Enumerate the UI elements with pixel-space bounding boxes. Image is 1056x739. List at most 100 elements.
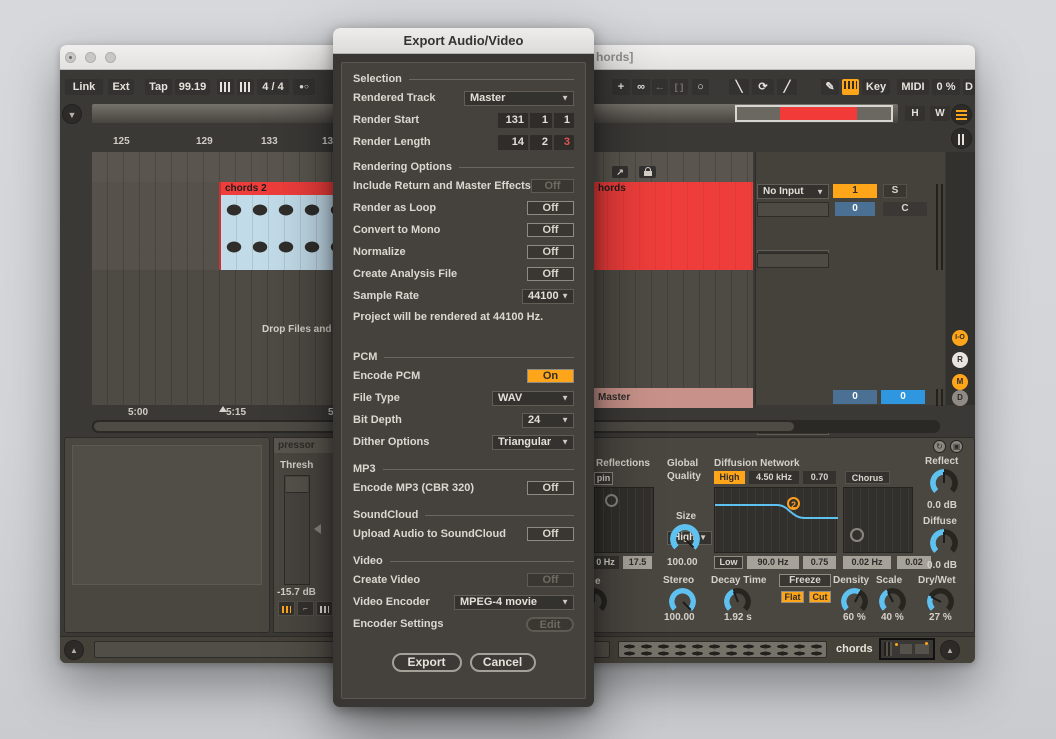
soundcloud-upload-toggle[interactable]: Off <box>527 527 574 541</box>
nudge-bars-icon-2[interactable] <box>237 79 254 95</box>
time-signature-field[interactable]: 4 / 4 <box>257 79 289 95</box>
tap-button[interactable]: Tap <box>145 79 172 95</box>
hamburger-menu-icon[interactable] <box>951 104 972 125</box>
bit-depth-dropdown[interactable]: 24▼ <box>522 413 574 428</box>
scale-knob[interactable] <box>879 588 906 615</box>
render-start-beats[interactable]: 1 <box>530 113 552 128</box>
slider-arrow-icon[interactable] <box>314 524 321 534</box>
high-shelf-gain-field[interactable]: 0.70 <box>803 471 836 484</box>
freeze-button[interactable]: Freeze <box>779 574 831 587</box>
encode-pcm-toggle[interactable]: On <box>527 369 574 383</box>
density-knob[interactable] <box>841 588 868 615</box>
link-button[interactable]: Link <box>65 79 103 95</box>
circle-icon[interactable]: ○ <box>692 79 709 95</box>
sample-rate-dropdown[interactable]: 44100▼ <box>522 289 574 304</box>
low-shelf-freq-field[interactable]: 90.0 Hz <box>747 556 799 569</box>
cancel-button[interactable]: Cancel <box>470 653 536 672</box>
metronome-dots[interactable]: ●○ <box>293 79 315 95</box>
stereo-knob[interactable] <box>669 588 696 615</box>
diffusion-eq-display[interactable]: 2 <box>714 487 837 553</box>
pencil-icon[interactable]: ✎ <box>821 79 839 95</box>
render-start-sixteenths[interactable]: 1 <box>554 113 574 128</box>
track-input-dropdown[interactable]: No Input▼ <box>757 184 829 199</box>
device-title-bar[interactable]: pressor <box>274 438 333 453</box>
eq-band-marker[interactable]: 2 <box>787 497 800 510</box>
ext-button[interactable]: Ext <box>108 79 134 95</box>
plus-icon[interactable]: + <box>612 79 630 95</box>
render-start-bars[interactable]: 131 <box>498 113 528 128</box>
minimize-window-button[interactable] <box>85 52 96 63</box>
drywet-knob[interactable] <box>927 588 954 615</box>
convert-to-mono-toggle[interactable]: Off <box>527 223 574 237</box>
spin-rate-field[interactable]: 0 Hz <box>592 556 619 569</box>
render-as-loop-toggle[interactable]: Off <box>527 201 574 215</box>
encode-mp3-toggle[interactable]: Off <box>527 481 574 495</box>
loop-marker-icon[interactable] <box>219 406 227 412</box>
delay-toggle-button[interactable]: D <box>952 390 968 406</box>
master-pan-field[interactable]: 0 <box>881 390 925 404</box>
chorus-label[interactable]: Chorus <box>845 471 890 484</box>
activity-view-icon[interactable] <box>278 601 295 616</box>
rendered-track-dropdown[interactable]: Master▼ <box>464 91 574 106</box>
nudge-bars-icon-1[interactable] <box>217 79 234 95</box>
width-zoom-button[interactable]: W <box>930 106 950 121</box>
track-output-channel-box[interactable] <box>757 253 829 268</box>
flat-toggle[interactable]: Flat <box>781 591 804 603</box>
device-chain-thumbnail[interactable] <box>879 638 935 660</box>
high-shelf-toggle[interactable]: High <box>714 471 745 484</box>
track-volume-field[interactable]: 0 <box>835 202 875 216</box>
save-preset-icon[interactable]: ▣ <box>950 440 963 453</box>
normalize-toggle[interactable]: Off <box>527 245 574 259</box>
cut-toggle[interactable]: Cut <box>809 591 831 603</box>
height-zoom-button[interactable]: H <box>905 106 925 121</box>
threshold-slider[interactable] <box>284 475 310 585</box>
master-volume-field[interactable]: 0 <box>833 390 877 404</box>
tempo-field[interactable]: 99.19 <box>175 79 210 95</box>
spin-amount-field[interactable]: 17.5 <box>623 556 652 569</box>
show-info-view-icon[interactable]: ▲ <box>64 640 84 660</box>
chorus-amount-field[interactable]: 0.02 <box>897 556 931 569</box>
audio-clip-chords-2[interactable]: chords 2 <box>219 182 333 270</box>
lock-icon[interactable] <box>639 166 656 178</box>
io-toggle-button[interactable]: I-O <box>952 330 968 346</box>
xy-marker[interactable] <box>850 528 864 542</box>
early-reflections-xy-display[interactable] <box>594 487 654 553</box>
brackets-icon[interactable]: [ ] <box>670 79 688 95</box>
diffuse-knob[interactable] <box>930 529 958 557</box>
fade-in-icon[interactable]: ╲ <box>729 79 749 95</box>
high-shelf-freq-field[interactable]: 4.50 kHz <box>749 471 799 484</box>
zoom-window-button[interactable] <box>105 52 116 63</box>
transfer-curve-icon[interactable]: ⌐ <box>297 601 314 616</box>
file-type-dropdown[interactable]: WAV▼ <box>492 391 574 406</box>
render-length-beats[interactable]: 2 <box>530 135 552 150</box>
video-encoder-dropdown[interactable]: MPEG-4 movie▼ <box>454 595 574 610</box>
show-detail-view-icon[interactable]: ▲ <box>940 640 960 660</box>
reflect-knob[interactable] <box>930 469 958 497</box>
sample-overview-strip[interactable] <box>618 641 827 658</box>
chorus-xy-display[interactable] <box>843 487 913 553</box>
render-length-sixteenths[interactable]: 3 <box>554 135 574 150</box>
midi-map-button[interactable]: MIDI <box>897 79 929 95</box>
spin-button[interactable]: pin <box>594 472 613 485</box>
low-shelf-toggle[interactable]: Low <box>714 556 743 569</box>
chorus-rate-field[interactable]: 0.02 Hz <box>843 556 891 569</box>
returns-toggle-button[interactable]: R <box>952 352 968 368</box>
dither-options-dropdown[interactable]: Triangular▼ <box>492 435 574 450</box>
track-input-channel-box[interactable] <box>757 202 829 217</box>
solo-button[interactable]: S <box>883 184 907 198</box>
render-length-bars[interactable]: 14 <box>498 135 528 150</box>
piano-keyboard-icon[interactable] <box>842 79 859 95</box>
loop-icon[interactable]: ⟳ <box>752 79 774 95</box>
track-pan-field[interactable]: C <box>883 202 927 216</box>
overview-viewport-box[interactable] <box>735 105 893 122</box>
close-window-button[interactable] <box>65 52 76 63</box>
mixer-toggle-button[interactable]: M <box>952 374 968 390</box>
decay-time-knob[interactable] <box>724 588 751 615</box>
export-button[interactable]: Export <box>392 653 462 672</box>
low-shelf-gain-field[interactable]: 0.75 <box>803 556 836 569</box>
hot-swap-icon[interactable]: ↻ <box>933 440 946 453</box>
fade-out-icon[interactable]: ╱ <box>777 79 797 95</box>
arrow-left-icon[interactable]: ← <box>652 79 668 95</box>
key-map-button[interactable]: Key <box>862 79 890 95</box>
analysis-file-toggle[interactable]: Off <box>527 267 574 281</box>
